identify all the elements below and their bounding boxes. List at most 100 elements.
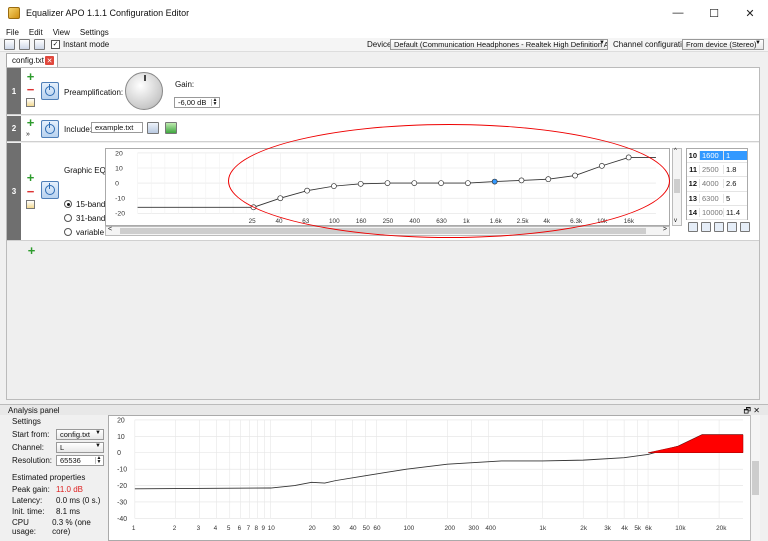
band-freq[interactable]: 6300 [699, 193, 723, 203]
invert-icon[interactable] [727, 222, 737, 232]
analysis-vertical-scrollbar[interactable] [750, 415, 760, 541]
add-filter-icon[interactable]: + [26, 116, 35, 129]
expand-icon[interactable]: » [26, 131, 30, 138]
band-freq[interactable]: 1600 [699, 151, 723, 161]
x-tick-label: 1k [539, 525, 547, 532]
close-button[interactable]: ✕ [732, 0, 768, 26]
x-tick-label: 25 [249, 218, 257, 225]
band-index: 11 [689, 165, 697, 175]
edit-icon[interactable] [26, 200, 35, 209]
x-tick-label: 5k [634, 525, 642, 532]
menu-edit[interactable]: Edit [29, 28, 43, 37]
band-gain[interactable]: 1 [723, 151, 747, 161]
open-file-icon[interactable] [19, 39, 30, 50]
normalize-icon[interactable] [740, 222, 750, 232]
resolution-value: 65536 [60, 456, 81, 465]
scroll-down-icon[interactable]: v [674, 218, 677, 224]
menu-settings[interactable]: Settings [80, 28, 109, 37]
estimated-title: Estimated properties [12, 473, 86, 482]
row-number: 2 [7, 116, 21, 141]
band-index: 12 [688, 179, 697, 189]
include-label: Include: [64, 125, 93, 134]
start-from-select[interactable]: config.txt ▼ [56, 429, 104, 440]
x-tick-label: 10k [675, 525, 686, 532]
band-row[interactable]: 12 4000 2.6 [687, 177, 747, 192]
menu-view[interactable]: View [53, 28, 70, 37]
band-row[interactable]: 11 2500 1.8 [687, 163, 747, 178]
gain-spinbox[interactable]: -6,00 dB ▲ ▼ [174, 97, 220, 108]
channel-select[interactable]: L ▼ [56, 442, 104, 453]
power-icon [45, 183, 55, 195]
close-tab-icon[interactable]: ✕ [45, 56, 54, 65]
include-file-input[interactable]: example.txt [91, 122, 143, 133]
spinner-icon[interactable]: ▲ ▼ [211, 98, 218, 106]
scroll-thumb[interactable] [674, 179, 680, 193]
x-tick-label: 60 [373, 525, 381, 532]
browse-file-icon[interactable] [147, 122, 159, 134]
band-row[interactable]: 13 6300 5 [687, 192, 747, 206]
channel-config-select[interactable]: From device (Stereo) ▼ [682, 39, 764, 50]
gain-knob[interactable] [125, 72, 163, 110]
radio-variable[interactable] [64, 228, 72, 236]
scroll-thumb[interactable] [752, 461, 759, 495]
menu-file[interactable]: File [6, 28, 19, 37]
power-icon [45, 84, 55, 96]
settings-title: Settings [12, 417, 41, 426]
frequency-response-chart[interactable]: 20100-10-20-30-401 2 3 4 5 6 7 8 9 10 20 30 40 50 60 10… [108, 415, 760, 541]
save-icon[interactable] [688, 222, 698, 232]
x-tick-label: 50 [363, 525, 371, 532]
power-toggle-button[interactable] [41, 82, 59, 100]
open-include-icon[interactable] [165, 122, 177, 134]
start-from-row: Start from: config.txt ▼ [12, 429, 104, 440]
power-toggle-button[interactable] [41, 181, 59, 199]
tab-config[interactable]: config.txt ✕ [6, 53, 58, 67]
radio-15-band[interactable] [64, 200, 72, 208]
radio-31-band-label: 31-band [76, 214, 106, 223]
window-controls: — ☐ ✕ [660, 0, 768, 26]
resolution-spinbox[interactable]: 65536 ▲ ▼ [56, 455, 104, 466]
device-select[interactable]: Default (Communication Headphones - Real… [390, 39, 608, 50]
add-filter-row-icon[interactable]: + [27, 244, 36, 257]
band-gain[interactable]: 5 [723, 193, 747, 203]
title-bar: Equalizer APO 1.1.1 Configuration Editor… [0, 0, 768, 26]
import-icon[interactable] [701, 222, 711, 232]
chevron-down-icon: ▼ [95, 430, 101, 436]
remove-filter-icon[interactable]: − [26, 185, 35, 198]
resolution-row: Resolution: 65536 ▲ ▼ [12, 455, 104, 466]
eq-vertical-scrollbar[interactable]: ^ v [672, 148, 682, 226]
scroll-up-icon[interactable]: ^ [674, 148, 677, 154]
scroll-right-icon[interactable]: > [663, 226, 667, 233]
y-tick-label: -20 [115, 211, 125, 218]
add-filter-icon[interactable]: + [26, 70, 35, 83]
maximize-button[interactable]: ☐ [696, 0, 732, 26]
band-row[interactable]: 10 1600 1 [687, 149, 747, 164]
band-table-toolbar [688, 222, 753, 232]
edit-icon[interactable] [26, 98, 35, 107]
device-select-value: Default (Communication Headphones - Real… [394, 40, 608, 49]
radio-31-band[interactable] [64, 214, 72, 222]
band-row[interactable]: 14 10000 11.4 [687, 206, 747, 220]
band-gain[interactable]: 11.4 [723, 207, 747, 217]
band-freq[interactable]: 10000 [699, 207, 723, 217]
latency-label: Latency: [12, 496, 43, 505]
x-tick-label: 16k [624, 218, 635, 225]
y-tick-label: -30 [117, 499, 127, 506]
save-file-icon[interactable] [34, 39, 45, 50]
reset-icon[interactable] [714, 222, 724, 232]
tab-label: config.txt [12, 56, 45, 65]
band-table: 10 1600 1 11 2500 1.8 12 4000 2.6 13 630… [686, 148, 748, 220]
band-gain[interactable]: 2.6 [723, 179, 747, 189]
band-freq[interactable]: 4000 [699, 179, 723, 189]
power-toggle-button[interactable] [41, 120, 59, 138]
minimize-button[interactable]: — [660, 0, 696, 26]
band-gain[interactable]: 1.8 [723, 165, 747, 175]
band-freq[interactable]: 2500 [699, 165, 723, 175]
scroll-left-icon[interactable]: < [108, 226, 112, 233]
new-file-icon[interactable] [4, 39, 15, 50]
spinner-icon[interactable]: ▲ ▼ [95, 456, 102, 464]
band-index: 13 [688, 193, 697, 203]
add-filter-icon[interactable]: + [26, 171, 35, 184]
instant-mode-checkbox[interactable]: ✓ [51, 40, 60, 49]
channel-row: Channel: L ▼ [12, 442, 104, 453]
remove-filter-icon[interactable]: − [26, 83, 35, 96]
